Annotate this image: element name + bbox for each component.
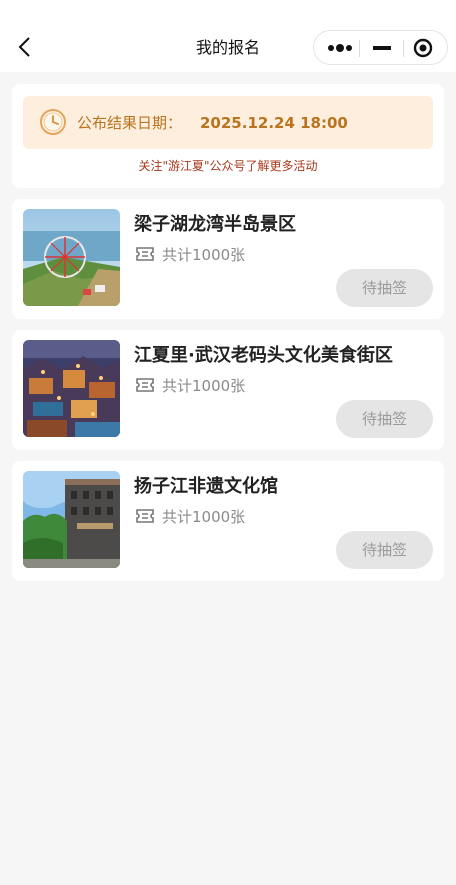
venue-thumbnail [23, 471, 120, 568]
pending-draw-button[interactable]: 待抽签 [336, 269, 433, 307]
ticket-count: 共计1000张 [162, 246, 246, 264]
ticket-icon [136, 378, 154, 392]
venue-title: 江夏里·武汉老码头文化美食街区 [134, 345, 393, 366]
nav-bar: 我的报名 [0, 0, 456, 72]
venue-title: 梁子湖龙湾半岛景区 [134, 214, 296, 235]
venue-thumbnail [23, 340, 120, 437]
result-date-banner: 公布结果日期： 2025.12.24 18:00 [23, 96, 433, 149]
capsule-divider [359, 40, 360, 57]
capsule-divider [403, 40, 404, 57]
notice-card: 公布结果日期： 2025.12.24 18:00 关注"游江夏"公众号了解更多活… [12, 84, 444, 188]
minimize-icon[interactable] [372, 39, 392, 57]
pending-draw-button[interactable]: 待抽签 [336, 400, 433, 438]
ticket-count: 共计1000张 [162, 377, 246, 395]
ticket-count: 共计1000张 [162, 508, 246, 526]
ticket-icon [136, 509, 154, 523]
clock-icon [40, 109, 66, 135]
activity-card[interactable]: 扬子江非遗文化馆 共计1000张 待抽签 [12, 461, 444, 581]
follow-tip: 关注"游江夏"公众号了解更多活动 [138, 159, 318, 173]
activity-card[interactable]: 梁子湖龙湾半岛景区 共计1000张 待抽签 [12, 199, 444, 319]
activity-card[interactable]: 江夏里·武汉老码头文化美食街区 共计1000张 待抽签 [12, 330, 444, 450]
pending-draw-button[interactable]: 待抽签 [336, 531, 433, 569]
result-date-label: 公布结果日期： [77, 114, 183, 132]
ticket-icon [136, 247, 154, 261]
capsule-close-icon[interactable] [413, 38, 433, 58]
result-date-value: 2025.12.24 18:00 [200, 114, 348, 132]
more-dots-icon[interactable] [327, 41, 353, 55]
capsule-menu [313, 30, 448, 65]
venue-title: 扬子江非遗文化馆 [134, 476, 278, 497]
venue-thumbnail [23, 209, 120, 306]
